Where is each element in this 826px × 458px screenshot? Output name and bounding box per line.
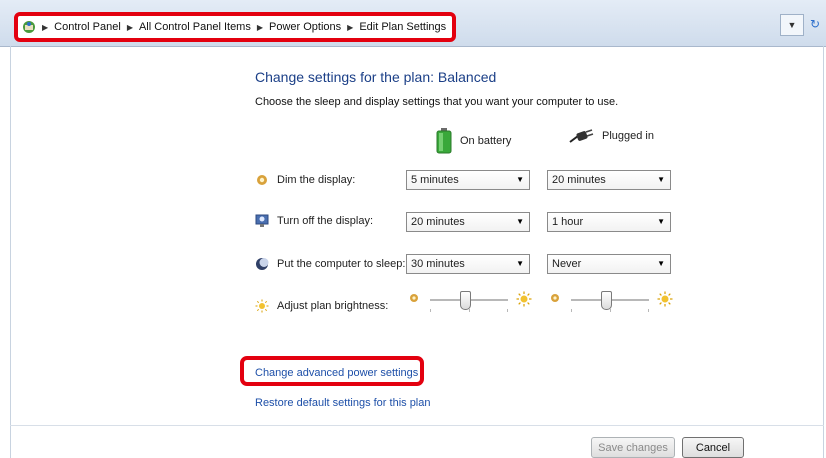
chevron-down-icon: ▼ — [657, 175, 665, 184]
turn-off-display-battery-select[interactable]: 20 minutes ▼ — [406, 212, 530, 232]
select-value: 1 hour — [552, 216, 584, 228]
chevron-right-icon: ▶ — [126, 22, 133, 32]
slider-ticks — [571, 309, 649, 313]
chevron-right-icon: ▶ — [42, 22, 49, 32]
chevron-right-icon: ▶ — [347, 22, 354, 32]
bright-sun-icon — [516, 291, 532, 307]
select-value: 5 minutes — [411, 174, 459, 186]
row-dim-display: Dim the display: — [255, 173, 355, 187]
dim-sun-icon — [410, 294, 418, 302]
restore-defaults-link[interactable]: Restore default settings for this plan — [255, 397, 430, 409]
column-label-battery: On battery — [460, 135, 512, 147]
column-header-plugged: Plugged in — [568, 128, 654, 144]
column-header-battery: On battery — [436, 128, 511, 154]
breadcrumb-label[interactable]: Edit Plan Settings — [359, 21, 446, 33]
chevron-down-icon: ▼ — [516, 217, 524, 226]
breadcrumb-label[interactable]: Power Options — [269, 21, 341, 33]
dim-display-icon — [257, 175, 267, 185]
slider-thumb[interactable] — [460, 291, 472, 310]
page-title: Change settings for the plan: Balanced — [255, 69, 497, 85]
brightness-battery-slider[interactable] — [408, 287, 548, 313]
chevron-down-icon: ▼ — [657, 259, 665, 268]
breadcrumb-label[interactable]: Control Panel — [54, 21, 121, 33]
brightness-plugged-slider[interactable] — [549, 287, 689, 313]
row-label-dim: Dim the display: — [277, 174, 356, 186]
bright-sun-icon — [657, 291, 673, 307]
dim-display-battery-select[interactable]: 5 minutes ▼ — [406, 170, 530, 190]
chevron-down-icon: ▼ — [657, 217, 665, 226]
dim-sun-icon — [551, 294, 559, 302]
address-bar: ▶ Control Panel ▶ All Control Panel Item… — [0, 0, 826, 47]
page-subtitle: Choose the sleep and display settings th… — [255, 96, 619, 108]
dim-display-plugged-select[interactable]: 20 minutes ▼ — [547, 170, 671, 190]
save-changes-button[interactable]: Save changes — [591, 437, 675, 458]
chevron-right-icon: ▶ — [256, 22, 264, 32]
select-value: 30 minutes — [411, 258, 465, 270]
advanced-settings-link[interactable]: Change advanced power settings — [255, 367, 418, 379]
refresh-icon[interactable]: ↻ — [806, 14, 824, 34]
select-value: 20 minutes — [552, 174, 606, 186]
chevron-down-icon: ▼ — [787, 20, 797, 30]
breadcrumb-item-edit-plan[interactable]: ▶ Edit Plan Settings — [347, 21, 446, 33]
footer-divider — [10, 425, 824, 426]
breadcrumb[interactable]: ▶ Control Panel ▶ All Control Panel Item… — [14, 12, 457, 42]
row-brightness: Adjust plan brightness: — [255, 299, 388, 313]
window-right-border — [823, 46, 824, 458]
chevron-down-icon: ▼ — [516, 175, 524, 184]
breadcrumb-item-control-panel[interactable]: ▶ Control Panel — [42, 21, 121, 33]
breadcrumb-item-power-options[interactable]: ▶ Power Options — [257, 21, 341, 33]
slider-thumb[interactable] — [601, 291, 613, 310]
address-dropdown-button[interactable]: ▼ — [780, 14, 804, 36]
slider-ticks — [430, 309, 508, 313]
row-sleep: Put the computer to sleep: — [255, 257, 405, 271]
window-left-border — [10, 46, 11, 458]
turn-off-display-plugged-select[interactable]: 1 hour ▼ — [547, 212, 671, 232]
cancel-button[interactable]: Cancel — [682, 437, 744, 458]
chevron-down-icon: ▼ — [516, 259, 524, 268]
row-turn-off-display: Turn off the display: — [255, 214, 373, 228]
select-value: 20 minutes — [411, 216, 465, 228]
sleep-plugged-select[interactable]: Never ▼ — [547, 254, 671, 274]
row-label-brightness: Adjust plan brightness: — [277, 300, 389, 312]
battery-icon — [436, 128, 452, 154]
sleep-moon-icon — [256, 258, 269, 270]
breadcrumb-label[interactable]: All Control Panel Items — [139, 21, 251, 33]
row-label-turn-off: Turn off the display: — [277, 215, 373, 227]
column-label-plugged: Plugged in — [602, 130, 654, 142]
monitor-off-icon — [255, 214, 269, 227]
select-value: Never — [552, 258, 582, 270]
sun-icon — [255, 299, 269, 313]
breadcrumb-item-all-items[interactable]: ▶ All Control Panel Items — [127, 21, 251, 33]
power-plug-icon — [569, 129, 594, 143]
control-panel-icon[interactable] — [22, 20, 36, 34]
sleep-battery-select[interactable]: 30 minutes ▼ — [406, 254, 530, 274]
row-label-sleep: Put the computer to sleep: — [277, 258, 406, 270]
